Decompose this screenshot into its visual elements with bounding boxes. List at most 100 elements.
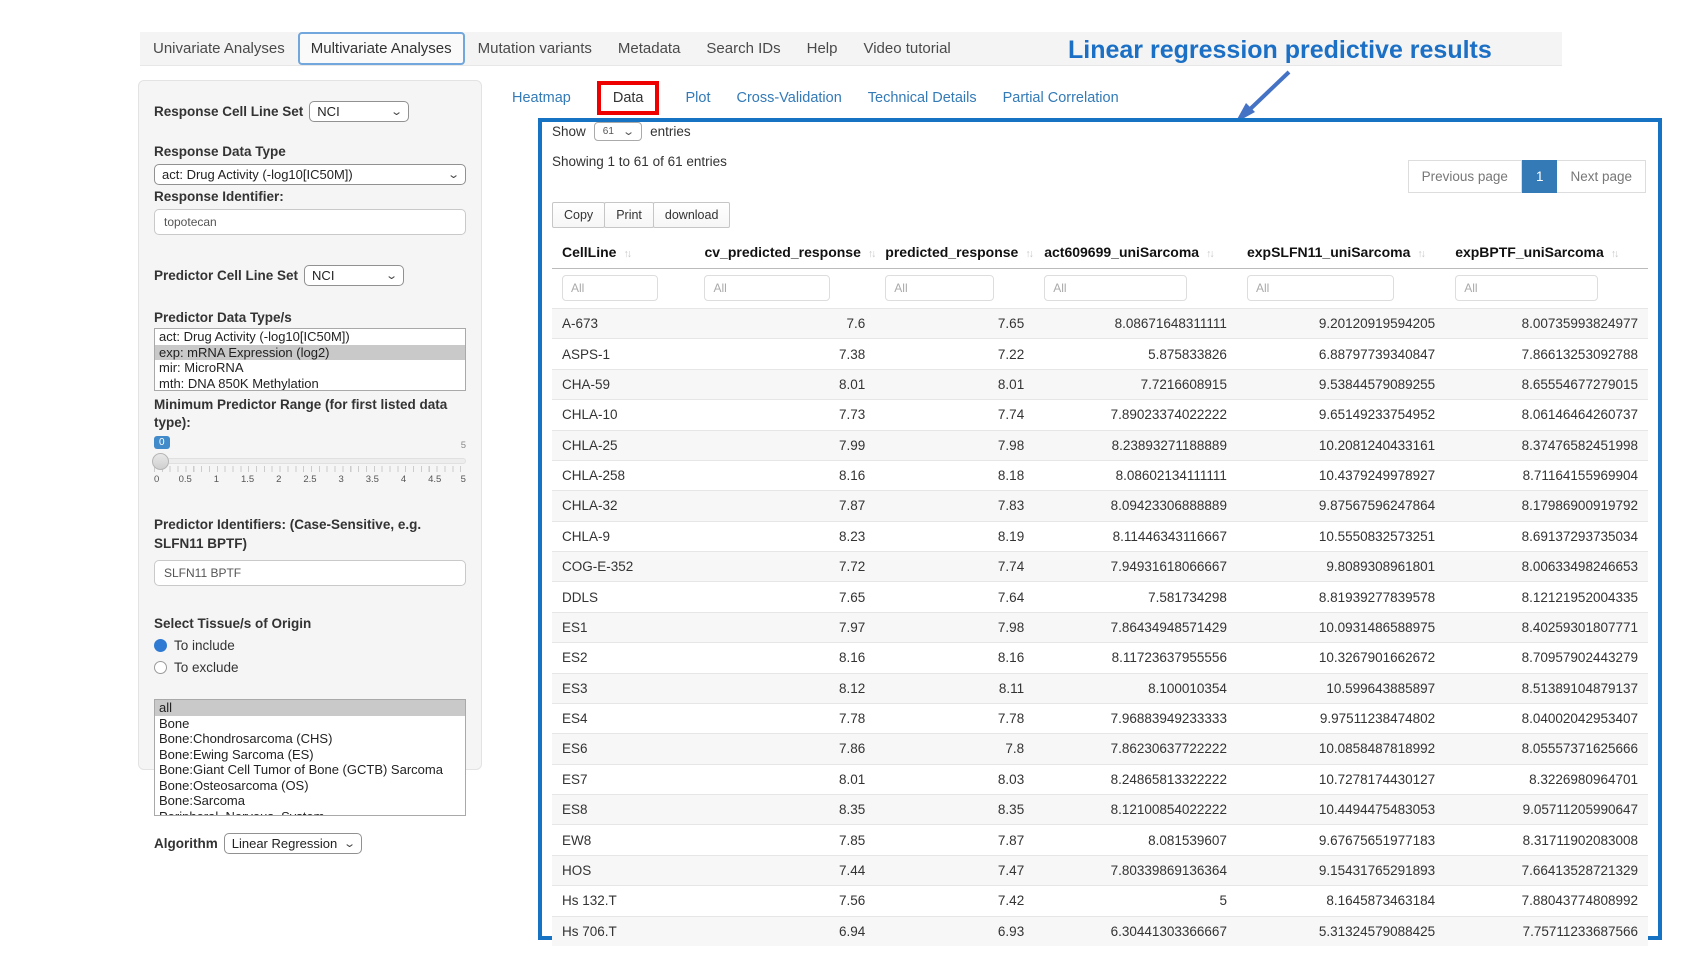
results-tab-cross-validation[interactable]: Cross-Validation (736, 90, 841, 106)
tissue-option-bone-chondrosarcoma-chs[interactable]: Bone:Chondrosarcoma (CHS) (155, 731, 465, 747)
column-header-cellline[interactable]: CellLine↑↓ (552, 238, 694, 269)
tissue-option-bone-ewing-sarcoma-es[interactable]: Bone:Ewing Sarcoma (ES) (155, 747, 465, 763)
nav-tab-help[interactable]: Help (794, 32, 851, 65)
cell-value: 7.75711233687566 (1445, 916, 1648, 946)
cell-value: 7.72 (694, 552, 875, 582)
tissue-option-peripheral-nervous-system[interactable]: Peripheral_Nervous_System (155, 809, 465, 817)
algorithm-select[interactable]: Linear Regression ⌄ (224, 833, 363, 854)
tissue-option-all[interactable]: all (155, 700, 465, 716)
show-entries-select[interactable]: 61 ⌄ (594, 122, 642, 141)
slider-tick-label: 2.5 (300, 474, 320, 485)
cell-value: 8.40259301807771 (1445, 612, 1648, 642)
cell-value: 7.86 (694, 734, 875, 764)
radio-to-exclude[interactable] (154, 661, 167, 674)
nav-tab-univariate-analyses[interactable]: Univariate Analyses (140, 32, 298, 65)
cell-value: 7.83 (875, 491, 1034, 521)
copy-button[interactable]: Copy (552, 202, 605, 228)
nav-tab-metadata[interactable]: Metadata (605, 32, 694, 65)
cell-value: 7.66413528721329 (1445, 855, 1648, 885)
column-filter-act609699-unisarcoma[interactable] (1044, 275, 1187, 301)
slider-tick-labels: 00.511.522.533.544.55 (154, 474, 466, 485)
nav-tab-video-tutorial[interactable]: Video tutorial (850, 32, 963, 65)
nav-tab-multivariate-analyses[interactable]: Multivariate Analyses (298, 32, 465, 65)
sort-icon[interactable]: ↑↓ (1025, 248, 1032, 260)
slider-tick-label: 4 (394, 474, 414, 485)
column-header-predicted-response[interactable]: predicted_response↑↓ (875, 238, 1034, 269)
slider-max-label: 5 (461, 440, 466, 451)
option-mth-dna-850k-methylation[interactable]: mth: DNA 850K Methylation (155, 376, 465, 392)
results-tab-partial-correlation[interactable]: Partial Correlation (1003, 90, 1119, 106)
cell-value: 8.31711902083008 (1445, 825, 1648, 855)
results-tab-technical-details[interactable]: Technical Details (868, 90, 977, 106)
sort-icon[interactable]: ↑↓ (868, 248, 875, 260)
page-number-button[interactable]: 1 (1522, 160, 1558, 193)
table-row: A-6737.67.658.086716483111119.2012091959… (552, 309, 1648, 339)
column-filter-cellline[interactable] (562, 275, 658, 301)
cell-cellline: CHLA-258 (552, 460, 694, 490)
table-header-row: CellLine↑↓cv_predicted_response↑↓predict… (552, 238, 1648, 269)
tissue-option-bone[interactable]: Bone (155, 716, 465, 732)
cell-value: 10.5550832573251 (1237, 521, 1445, 551)
cell-value: 8.08671648311111 (1034, 309, 1237, 339)
cell-value: 8.16 (694, 643, 875, 673)
cell-value: 9.15431765291893 (1237, 855, 1445, 885)
tissue-option-bone-giant-cell-tumor-of-bone-gctb-sarcoma[interactable]: Bone:Giant Cell Tumor of Bone (GCTB) Sar… (155, 762, 465, 778)
predictor-identifiers-input[interactable] (154, 560, 466, 586)
option-mir-microrna[interactable]: mir: MicroRNA (155, 360, 465, 376)
cell-value: 7.86613253092788 (1445, 339, 1648, 369)
column-header-act609699-unisarcoma[interactable]: act609699_uniSarcoma↑↓ (1034, 238, 1237, 269)
tissue-option-bone-osteosarcoma-os[interactable]: Bone:Osteosarcoma (OS) (155, 778, 465, 794)
cell-value: 7.56 (694, 886, 875, 916)
sort-icon[interactable]: ↑↓ (1417, 248, 1424, 260)
cell-value: 9.53844579089255 (1237, 369, 1445, 399)
column-header-expslfn11-unisarcoma[interactable]: expSLFN11_uniSarcoma↑↓ (1237, 238, 1445, 269)
predictor-cell-line-set-select[interactable]: NCI ⌄ (304, 265, 404, 286)
cell-value: 7.8 (875, 734, 1034, 764)
tissues-listbox[interactable]: allBoneBone:Chondrosarcoma (CHS)Bone:Ewi… (154, 699, 466, 816)
cell-value: 7.581734298 (1034, 582, 1237, 612)
sort-icon[interactable]: ↑↓ (1611, 248, 1618, 260)
next-page-button[interactable]: Next page (1557, 160, 1646, 193)
show-entries-suffix: entries (650, 124, 691, 139)
cell-value: 7.96883949233333 (1034, 703, 1237, 733)
option-exp-mrna-expression-log2[interactable]: exp: mRNA Expression (log2) (155, 345, 465, 361)
nav-tab-mutation-variants[interactable]: Mutation variants (465, 32, 605, 65)
column-filter-expslfn11-unisarcoma[interactable] (1247, 275, 1394, 301)
results-tab-data[interactable]: Data (597, 81, 660, 115)
slider-tick-label: 0.5 (175, 474, 195, 485)
radio-label: To exclude (174, 660, 239, 675)
results-tab-heatmap[interactable]: Heatmap (512, 90, 571, 106)
nav-tab-search-ids[interactable]: Search IDs (693, 32, 793, 65)
cell-value: 7.98 (875, 430, 1034, 460)
print-button[interactable]: Print (604, 202, 654, 228)
results-tab-plot[interactable]: Plot (685, 90, 710, 106)
previous-page-button[interactable]: Previous page (1408, 160, 1522, 193)
cell-value: 8.05557371625666 (1445, 734, 1648, 764)
sort-icon[interactable]: ↑↓ (1206, 248, 1213, 260)
column-header-expbptf-unisarcoma[interactable]: expBPTF_uniSarcoma↑↓ (1445, 238, 1648, 269)
cell-value: 5.31324579088425 (1237, 916, 1445, 946)
table-export-buttons: CopyPrintdownload (552, 202, 729, 228)
min-predictor-range-slider[interactable]: 0 5 00.511.522.533.544.55 (154, 458, 466, 504)
download-button[interactable]: download (653, 202, 731, 228)
column-filter-expbptf-unisarcoma[interactable] (1455, 275, 1598, 301)
response-identifier-input[interactable] (154, 209, 466, 235)
slider-track[interactable] (154, 458, 466, 464)
response-data-type-select[interactable]: act: Drug Activity (-log10[IC50M]) ⌄ (154, 164, 466, 185)
column-header-cv-predicted-response[interactable]: cv_predicted_response↑↓ (694, 238, 875, 269)
pagination: Previous page 1 Next page (1408, 160, 1646, 193)
cell-value: 6.94 (694, 916, 875, 946)
table-row: CHLA-257.997.988.2389327118888910.208124… (552, 430, 1648, 460)
tissue-option-bone-sarcoma[interactable]: Bone:Sarcoma (155, 793, 465, 809)
table-row: HOS7.447.477.803398691363649.15431765291… (552, 855, 1648, 885)
column-filter-cv-predicted-response[interactable] (704, 275, 829, 301)
cell-cellline: CHA-59 (552, 369, 694, 399)
radio-to-include[interactable] (154, 639, 167, 652)
column-filter-predicted-response[interactable] (885, 275, 993, 301)
cell-value: 8.35 (875, 795, 1034, 825)
predictor-data-types-listbox[interactable]: act: Drug Activity (-log10[IC50M])exp: m… (154, 328, 466, 391)
option-act-drug-activity-log10-ic50m[interactable]: act: Drug Activity (-log10[IC50M]) (155, 329, 465, 345)
response-cell-line-set-select[interactable]: NCI ⌄ (309, 101, 409, 122)
sort-icon[interactable]: ↑↓ (623, 248, 630, 260)
cell-value: 10.2081240433161 (1237, 430, 1445, 460)
